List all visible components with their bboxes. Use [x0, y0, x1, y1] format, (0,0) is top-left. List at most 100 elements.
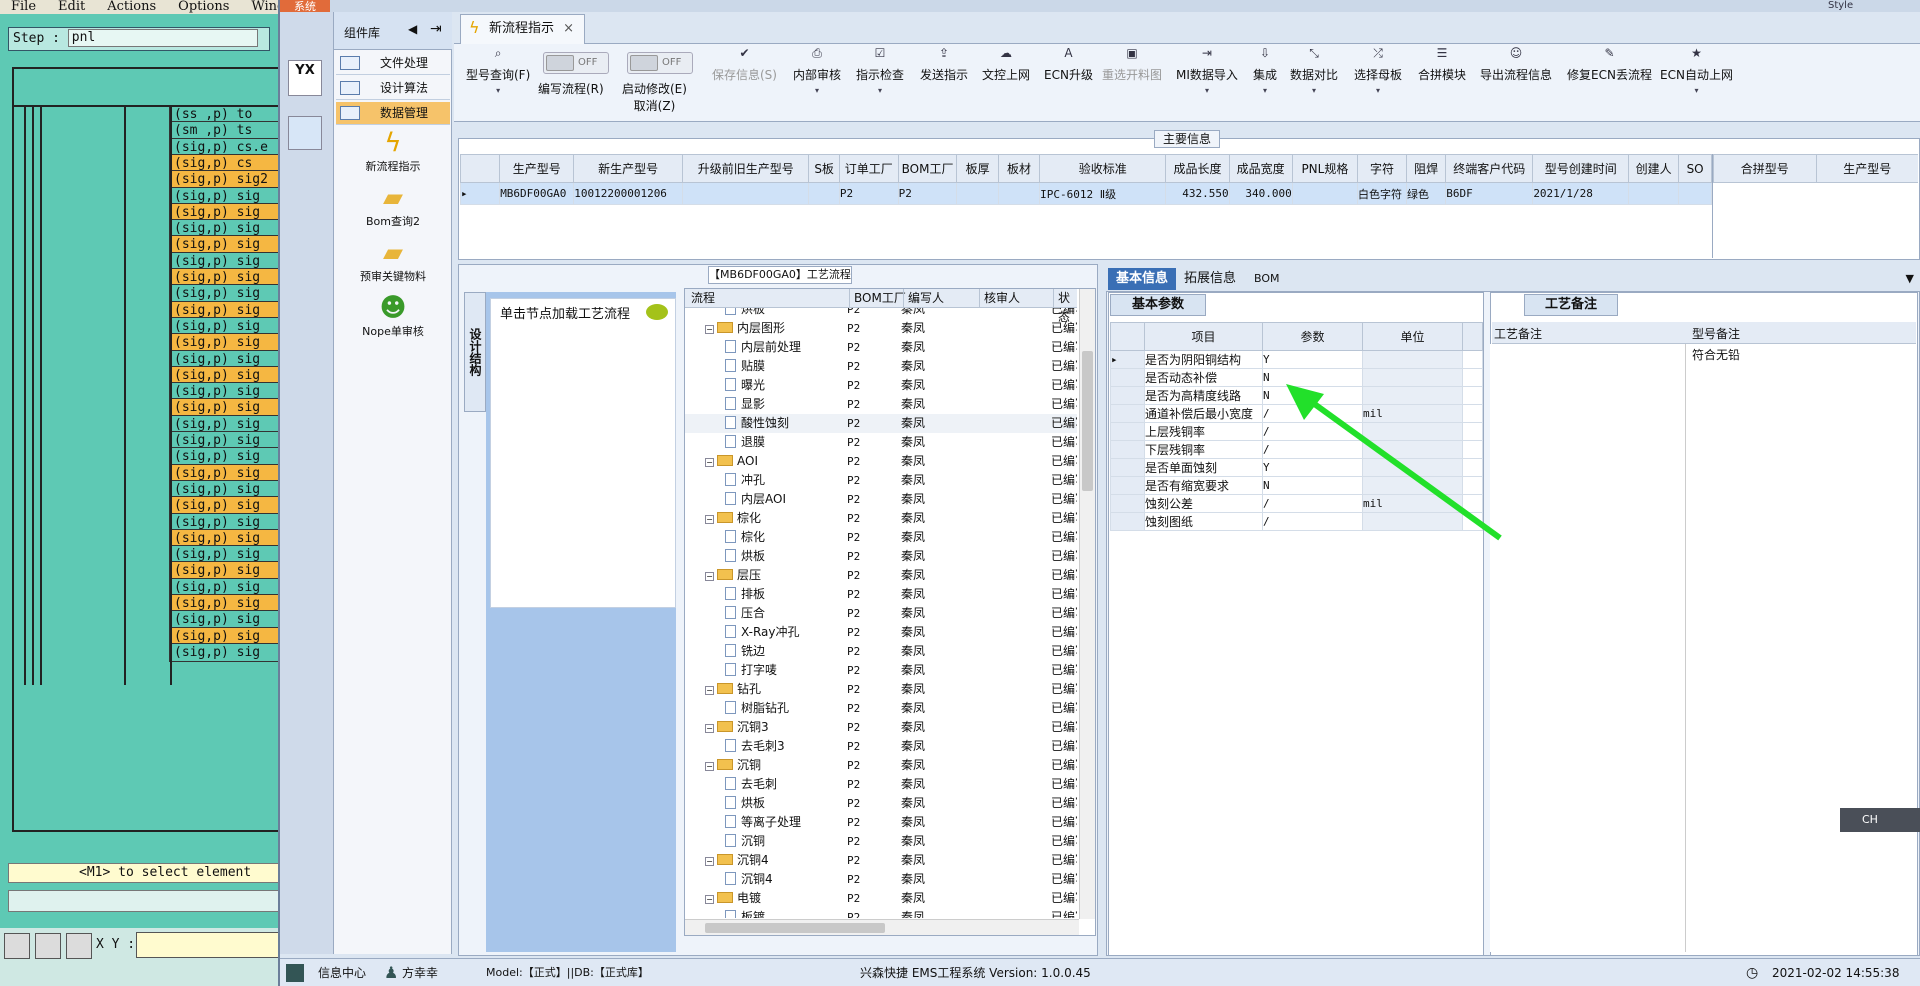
cell[interactable]: IPC-6012 Ⅱ级 — [1039, 182, 1167, 205]
cell[interactable] — [682, 182, 810, 205]
tab-bom[interactable]: BOM — [1254, 268, 1280, 290]
tree-row[interactable]: − 沉铜4 P2 秦凤 已编写 — [685, 851, 1077, 870]
cell[interactable] — [1628, 182, 1680, 205]
cell[interactable]: P2 — [897, 182, 958, 205]
tree-node[interactable]: 树脂钻孔 — [685, 699, 841, 718]
tree-node[interactable]: 等离子处理 — [685, 813, 841, 832]
collapse-node-icon[interactable]: − — [705, 762, 714, 771]
collapse-node-icon[interactable]: − — [705, 686, 714, 695]
toolbar-button-6[interactable]: ⇪ 发送指示 — [920, 46, 968, 82]
tool-2[interactable]: ▰ 预审关键物料 — [334, 238, 452, 284]
model-note-text[interactable]: 符合无铅 — [1690, 344, 1916, 952]
chevron-down-icon[interactable]: ▾ — [466, 84, 530, 98]
collapse-node-icon[interactable]: − — [705, 458, 714, 467]
cell[interactable]: 10012200001206 — [573, 182, 684, 205]
collapse-node-icon[interactable]: − — [705, 515, 714, 524]
tree-row[interactable]: 冲孔 P2 秦凤 已编写 — [685, 471, 1077, 490]
toolbar-button-10[interactable]: ⇥ MI数据导入 ▾ — [1176, 46, 1238, 98]
tree-row[interactable]: − 内层图形 P2 秦凤 已编写 — [685, 319, 1077, 338]
tree-row[interactable]: 铣边 P2 秦凤 已编写 — [685, 642, 1077, 661]
tree-row[interactable]: − 棕化 P2 秦凤 已编写 — [685, 509, 1077, 528]
col-header[interactable]: BOM工厂 — [897, 154, 958, 183]
tree-row[interactable]: 烘板 P2 秦凤 已编写 — [685, 308, 1077, 319]
tree-node[interactable]: X-Ray冲孔 — [685, 623, 841, 642]
tree-col-header[interactable]: 编写人 — [903, 289, 944, 308]
tree-row[interactable]: 烘板 P2 秦凤 已编写 — [685, 794, 1077, 813]
toolbar-button-15[interactable]: ☺ 导出流程信息 — [1480, 46, 1552, 82]
tree-node[interactable]: 压合 — [685, 604, 841, 623]
toolbar-button-8[interactable]: A ECN升级 — [1044, 46, 1093, 82]
style-label[interactable]: Style — [1828, 0, 1853, 11]
tab-extended-info[interactable]: 拓展信息 — [1184, 268, 1236, 290]
chevron-down-icon[interactable]: ▾ — [793, 84, 841, 98]
toolbar-button-9[interactable]: ▣ 重选开料图 — [1102, 46, 1162, 82]
dock-icon[interactable]: ⇥ — [430, 21, 442, 37]
tree-node[interactable]: 沉铜4 — [685, 870, 841, 889]
toolbar-button-12[interactable]: ⤡ 数据对比 ▾ — [1290, 46, 1338, 98]
tool-3[interactable]: ☻ Nope单审核 — [334, 293, 452, 339]
eda-menu-1[interactable]: Edit — [47, 0, 96, 14]
tool-0[interactable]: ϟ 新流程指示 — [334, 128, 452, 174]
tree-vscroll-thumb[interactable] — [1082, 351, 1093, 491]
nav-item-2[interactable]: 数据管理 — [336, 102, 450, 125]
layer-row[interactable]: (sig,p) sig — [169, 642, 289, 662]
collapse-icon[interactable]: ◀ — [408, 22, 417, 36]
select-tool-icon[interactable] — [4, 933, 30, 959]
tree-node[interactable]: − AOI — [685, 452, 841, 471]
nav-item-1[interactable]: 设计算法 — [336, 77, 450, 100]
tree-node[interactable]: 冲孔 — [685, 471, 841, 490]
param-unit[interactable] — [1362, 350, 1463, 369]
col-header[interactable]: 字符 — [1357, 154, 1408, 183]
col-header[interactable]: 升级前旧生产型号 — [682, 154, 810, 183]
tree-node[interactable]: 退膜 — [685, 433, 841, 452]
toolbar-button-3[interactable]: ✔ 保存信息(S) — [712, 46, 777, 82]
cell[interactable] — [997, 182, 1041, 205]
chevron-down-icon[interactable]: ▾ — [1176, 84, 1238, 98]
tree-node[interactable]: 烘板 — [685, 794, 841, 813]
col-header[interactable]: S板 — [808, 154, 840, 183]
cell[interactable]: 绿色 — [1406, 182, 1447, 205]
tree-col-header[interactable]: 状态 — [1053, 289, 1077, 324]
grid-icon[interactable] — [286, 964, 304, 982]
structure-tree[interactable] — [490, 298, 676, 608]
col-header[interactable]: 阻焊 — [1406, 154, 1447, 183]
col-header[interactable]: 板厚 — [956, 154, 999, 183]
tree-node[interactable]: − 电镀 — [685, 889, 841, 908]
chevron-down-icon[interactable]: ▾ — [1354, 84, 1402, 98]
toolbar-button-17[interactable]: ★ ECN自动上网 ▾ — [1660, 46, 1733, 98]
toolbar-label[interactable]: 编写流程(R) — [538, 82, 604, 96]
tree-node[interactable]: 棕化 — [685, 528, 841, 547]
toolbar-button-11[interactable]: ⇩ 集成 ▾ — [1253, 46, 1277, 98]
tree-node[interactable]: − 内层图形 — [685, 319, 841, 338]
process-tree-grid[interactable]: 流程BOM工厂编写人核审人状态 烘板P2秦凤已编写−内层图形P2秦凤已编写内层前… — [684, 288, 1096, 936]
col-header[interactable]: 创建人 — [1628, 154, 1680, 183]
toggle-2[interactable]: OFF — [627, 52, 693, 74]
col-header[interactable]: 成品长度 — [1165, 154, 1230, 183]
tree-row[interactable]: − AOI P2 秦凤 已编写 — [685, 452, 1077, 471]
eda-scrollbar[interactable] — [8, 890, 280, 912]
col-header[interactable]: 成品宽度 — [1228, 154, 1293, 183]
tree-col-header[interactable]: 核审人 — [979, 289, 1020, 308]
tab-basic-info[interactable]: 基本信息 — [1108, 268, 1176, 290]
cell[interactable]: B6DF — [1445, 182, 1534, 205]
param-value[interactable]: Y — [1262, 350, 1363, 369]
tree-vscroll[interactable] — [1079, 289, 1095, 919]
chevron-down-icon[interactable]: ▾ — [1290, 84, 1338, 98]
toolbar-button-14[interactable]: ☰ 合拼模块 — [1418, 46, 1466, 82]
measure-tool-icon[interactable] — [35, 933, 61, 959]
tree-node[interactable]: 烘板 — [685, 547, 841, 566]
cell[interactable]: P2 — [838, 182, 899, 205]
col-header[interactable]: 验收标准 — [1039, 154, 1167, 183]
cell[interactable]: MB6DF00GA0 — [499, 182, 575, 205]
tree-node[interactable]: 烘板 — [685, 308, 841, 319]
tree-hscroll-thumb[interactable] — [705, 923, 885, 933]
tree-row[interactable]: 板镀 P2 秦凤 已编写 — [685, 908, 1077, 918]
step-value[interactable]: pnl — [67, 29, 258, 47]
col-header[interactable]: 新生产型号 — [573, 154, 684, 183]
tool-1[interactable]: ▰ Bom查询2 — [334, 183, 452, 229]
col-header[interactable]: 终端客户代码 — [1445, 154, 1534, 183]
cell[interactable]: 2021/1/28 — [1532, 182, 1630, 205]
eda-menu-0[interactable]: File — [0, 0, 47, 14]
cell[interactable] — [1678, 182, 1712, 205]
tree-row[interactable]: 树脂钻孔 P2 秦凤 已编写 — [685, 699, 1077, 718]
